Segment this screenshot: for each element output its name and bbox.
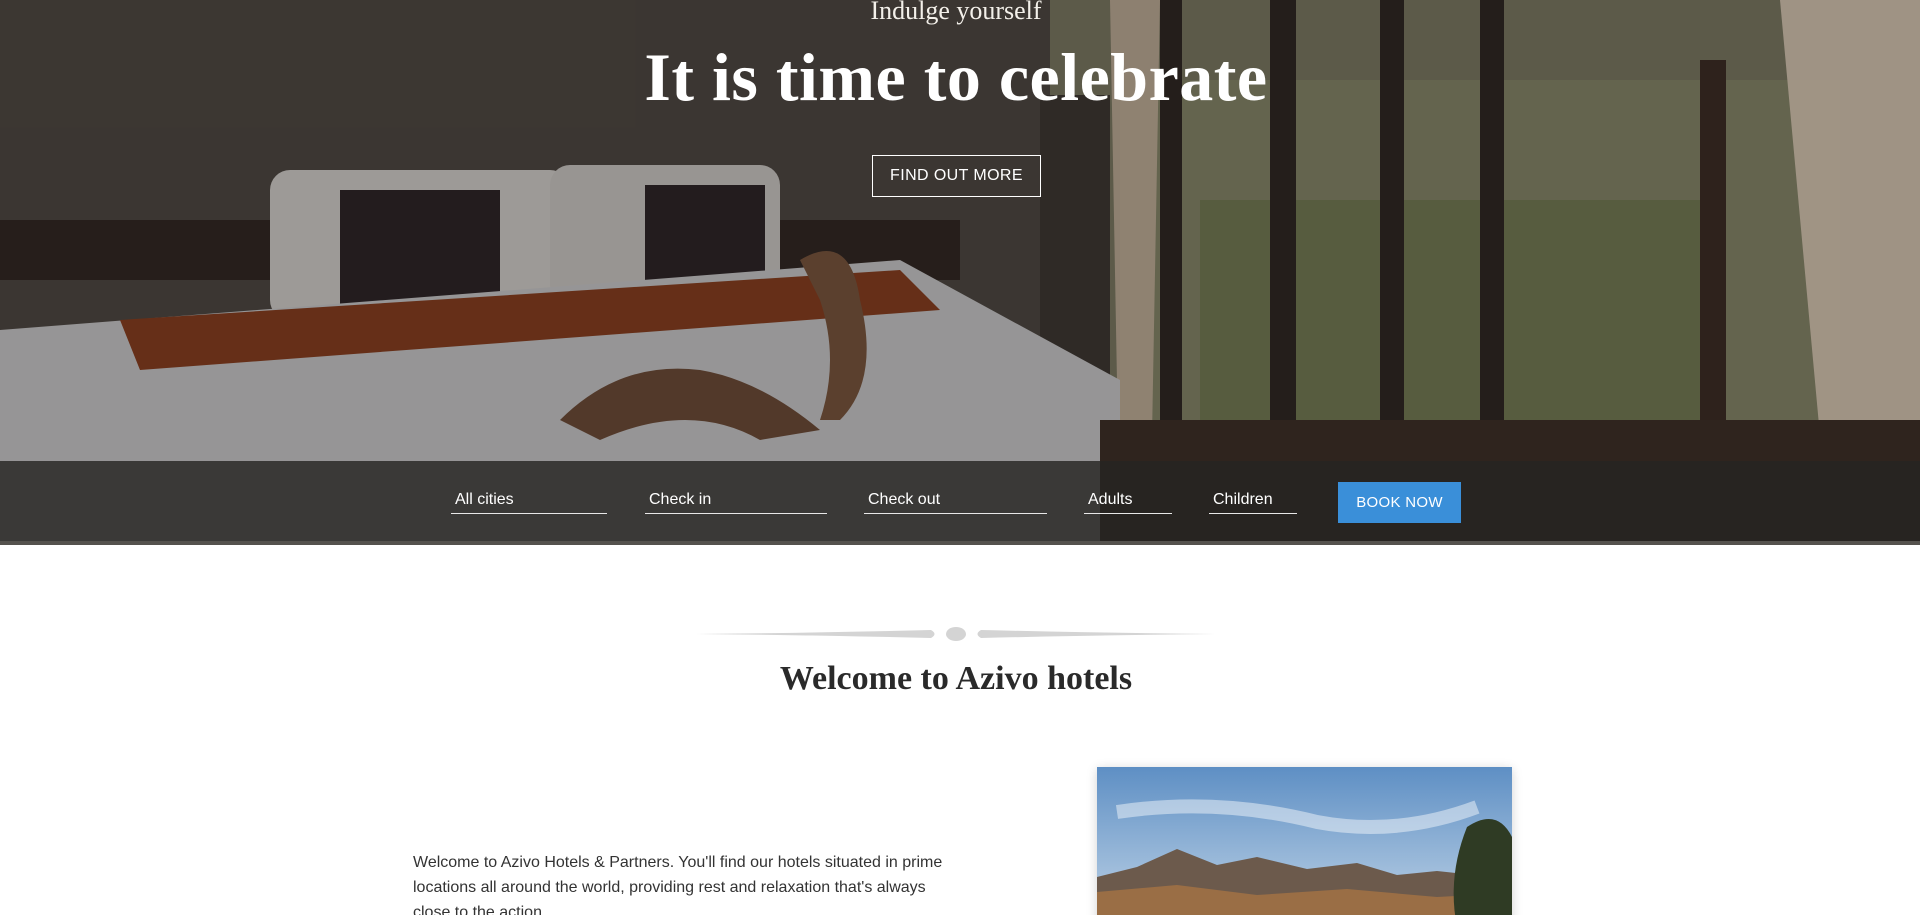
welcome-title: Welcome to Azivo hotels (779, 660, 1133, 697)
book-now-button[interactable]: BOOK NOW (1338, 482, 1461, 523)
find-out-more-button[interactable]: FIND OUT MORE (872, 155, 1041, 197)
divider-ornament-icon (696, 627, 1216, 641)
check-in-field[interactable]: Check in (645, 490, 827, 514)
adults-select[interactable]: Adults (1084, 490, 1172, 514)
hero-kicker: Indulge yourself (870, 0, 1042, 25)
hero-title: It is time to celebrate (644, 39, 1268, 115)
children-select[interactable]: Children (1209, 490, 1297, 514)
landscape-illustration (1097, 767, 1512, 915)
hotel-landscape-image (1097, 767, 1512, 915)
booking-bar-divider (0, 541, 1920, 545)
check-out-field[interactable]: Check out (864, 490, 1047, 514)
city-select[interactable]: All cities (451, 490, 607, 514)
intro-paragraph: Welcome to Azivo Hotels & Partners. You'… (413, 854, 943, 915)
